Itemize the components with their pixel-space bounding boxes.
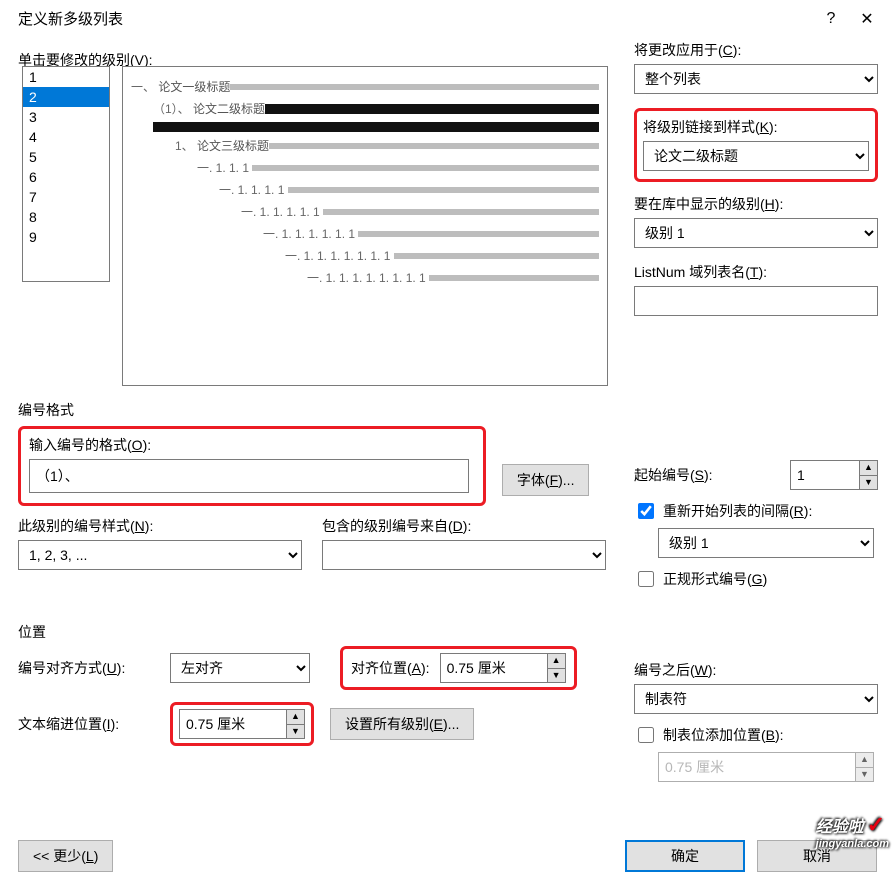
aligned-at-label: 对齐位置(A): [351, 658, 430, 678]
level-item[interactable]: 8 [23, 207, 109, 227]
font-button[interactable]: 字体(F)... [502, 464, 590, 496]
include-level-select[interactable] [322, 540, 606, 570]
level-item[interactable]: 1 [23, 67, 109, 87]
start-at-label: 起始编号(S): [634, 465, 782, 485]
position-section: 位置 [18, 622, 878, 642]
apply-to-label: 将更改应用于(C): [634, 40, 878, 60]
set-all-levels-button[interactable]: 设置所有级别(E)... [330, 708, 474, 740]
text-indent-label: 文本缩进位置(I): [18, 714, 158, 734]
include-level-label: 包含的级别编号来自(D): [322, 516, 606, 536]
enter-number-format-highlight: 输入编号的格式(O): [18, 426, 486, 506]
gallery-level-label: 要在库中显示的级别(H): [634, 194, 878, 214]
ok-button[interactable]: 确定 [625, 840, 745, 872]
level-item[interactable]: 9 [23, 227, 109, 247]
link-style-highlight: 将级别链接到样式(K): 论文二级标题 [634, 108, 878, 182]
close-button[interactable]: ✕ [849, 9, 885, 29]
aligned-at-spinner[interactable]: ▲▼ [547, 654, 565, 682]
listnum-label: ListNum 域列表名(T): [634, 262, 878, 282]
less-button[interactable]: << 更少(L) [18, 840, 113, 872]
level-item[interactable]: 5 [23, 147, 109, 167]
watermark: 经验啦 ✓ jingyanla.com [816, 812, 889, 850]
restart-level-select[interactable]: 级别 1 [658, 528, 874, 558]
preview-pane: 一、 论文一级标题 （1）、 论文二级标题 1、 论文三级标题 一. 1. 1.… [122, 66, 608, 386]
enter-number-format-input[interactable] [29, 459, 469, 493]
link-style-select[interactable]: 论文二级标题 [643, 141, 869, 171]
help-button[interactable]: ? [813, 10, 849, 28]
number-alignment-label: 编号对齐方式(U): [18, 658, 158, 678]
legal-format-checkbox[interactable] [638, 571, 654, 587]
number-format-section: 编号格式 [18, 400, 628, 420]
aligned-at-highlight: 对齐位置(A): ▲▼ [340, 646, 577, 690]
text-indent-highlight: ▲▼ [170, 702, 314, 746]
number-style-label: 此级别的编号样式(N): [18, 516, 302, 536]
enter-number-format-label: 输入编号的格式(O): [29, 435, 475, 455]
level-item[interactable]: 7 [23, 187, 109, 207]
dialog-title: 定义新多级列表 [18, 8, 813, 29]
number-style-select[interactable]: 1, 2, 3, ... [18, 540, 302, 570]
tab-stop-input [658, 752, 874, 782]
number-alignment-select[interactable]: 左对齐 [170, 653, 310, 683]
follow-number-label: 编号之后(W): [634, 660, 878, 680]
level-item[interactable]: 6 [23, 167, 109, 187]
restart-label: 重新开始列表的间隔(R): [663, 501, 812, 521]
gallery-level-select[interactable]: 级别 1 [634, 218, 878, 248]
restart-checkbox[interactable] [638, 503, 654, 519]
tab-stop-checkbox[interactable] [638, 727, 654, 743]
apply-to-select[interactable]: 整个列表 [634, 64, 878, 94]
tab-stop-spinner: ▲▼ [855, 753, 873, 781]
listnum-input[interactable] [634, 286, 878, 316]
tab-stop-label: 制表位添加位置(B): [663, 725, 784, 745]
text-indent-spinner[interactable]: ▲▼ [286, 710, 304, 738]
level-item[interactable]: 2 [23, 87, 109, 107]
level-item[interactable]: 3 [23, 107, 109, 127]
legal-format-label: 正规形式编号(G) [663, 569, 767, 589]
level-listbox[interactable]: 123456789 [22, 66, 110, 282]
follow-number-select[interactable]: 制表符 [634, 684, 878, 714]
level-item[interactable]: 4 [23, 127, 109, 147]
link-style-label: 将级别链接到样式(K): [643, 117, 869, 137]
start-at-spinner[interactable]: ▲▼ [859, 461, 877, 489]
